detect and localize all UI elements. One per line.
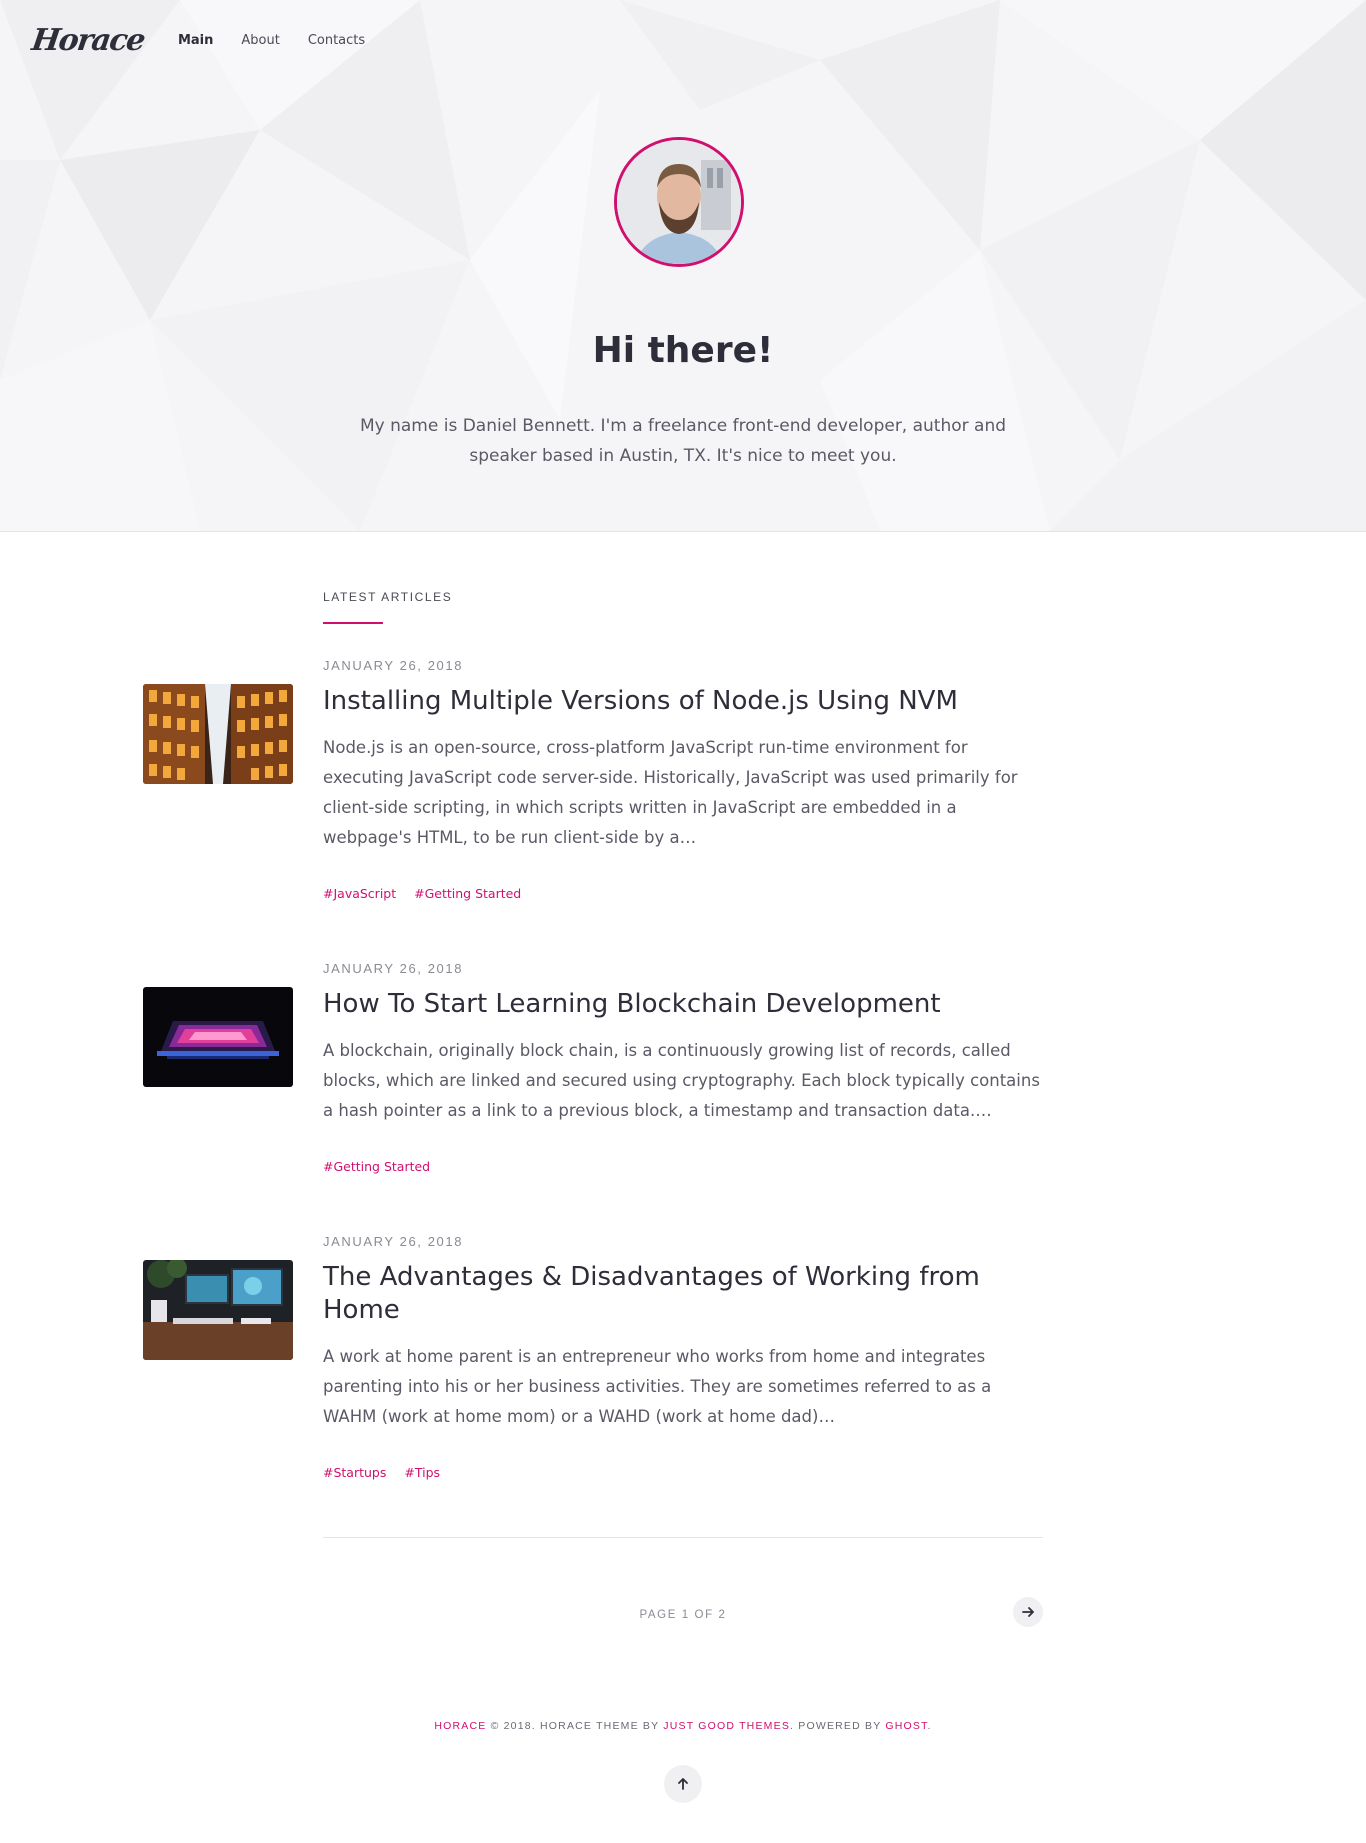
footer-ghost-link[interactable]: GHOST (885, 1720, 927, 1732)
pagination-status: PAGE 1 OF 2 (639, 1609, 727, 1621)
nav-link-about[interactable]: About (241, 33, 279, 48)
footer-brand-link[interactable]: HORACE (434, 1720, 486, 1732)
site-logo[interactable]: Horace (30, 23, 147, 58)
hero-intro-text: My name is Daniel Bennett. I'm a freelan… (359, 416, 1007, 466)
site-footer: HORACE © 2018. HORACE THEME BY JUST GOOD… (0, 1720, 1366, 1732)
neon-laptop-image[interactable] (143, 987, 293, 1087)
tag-link[interactable]: #Getting Started (414, 886, 521, 901)
tag-link[interactable]: #Tips (404, 1465, 440, 1480)
hero-section: Horace Main About Contacts Hi there! My … (0, 0, 1366, 532)
author-avatar (614, 137, 744, 267)
nav-link-main[interactable]: Main (178, 33, 213, 48)
tag-link[interactable]: #JavaScript (323, 886, 396, 901)
nav-link-contacts[interactable]: Contacts (308, 33, 365, 48)
next-page-button[interactable] (1013, 1597, 1043, 1627)
footer-powered-text: . POWERED BY (790, 1720, 886, 1732)
main-nav: Horace Main About Contacts (30, 18, 393, 62)
article-date: JANUARY 26, 2018 (323, 658, 464, 673)
article-excerpt: A work at home parent is an entrepreneur… (323, 1347, 992, 1426)
article-excerpt: A blockchain, originally block chain, is… (323, 1041, 1040, 1120)
hero-title: Hi there! (592, 330, 774, 371)
article-tags: #JavaScript #Getting Started (323, 886, 535, 901)
arrow-up-icon (678, 1778, 688, 1790)
footer-end: . (927, 1720, 932, 1732)
article-title[interactable]: Installing Multiple Versions of Node.js … (323, 685, 1043, 718)
tag-link[interactable]: #Getting Started (323, 1159, 430, 1174)
article-title[interactable]: The Advantages & Disadvantages of Workin… (323, 1261, 1043, 1327)
article-tags: #Startups #Tips (323, 1465, 454, 1480)
footer-theme-link[interactable]: JUST GOOD THEMES (663, 1720, 790, 1732)
articles-divider (323, 1537, 1043, 1538)
arrow-right-icon (1022, 1607, 1034, 1617)
footer-copyright: © 2018. HORACE THEME BY (486, 1720, 664, 1732)
latest-articles-label: LATEST ARTICLES (323, 590, 453, 604)
article-title[interactable]: How To Start Learning Blockchain Develop… (323, 988, 1043, 1021)
article-tags: #Getting Started (323, 1159, 444, 1174)
desk-monitors-image[interactable] (143, 1260, 293, 1360)
article-date: JANUARY 26, 2018 (323, 1234, 464, 1249)
building-facade-image[interactable] (143, 684, 293, 784)
scroll-to-top-button[interactable] (664, 1765, 702, 1803)
article-date: JANUARY 26, 2018 (323, 961, 464, 976)
tag-link[interactable]: #Startups (323, 1465, 386, 1480)
section-label-underline (323, 622, 383, 624)
article-excerpt: Node.js is an open-source, cross-platfor… (323, 738, 1018, 847)
